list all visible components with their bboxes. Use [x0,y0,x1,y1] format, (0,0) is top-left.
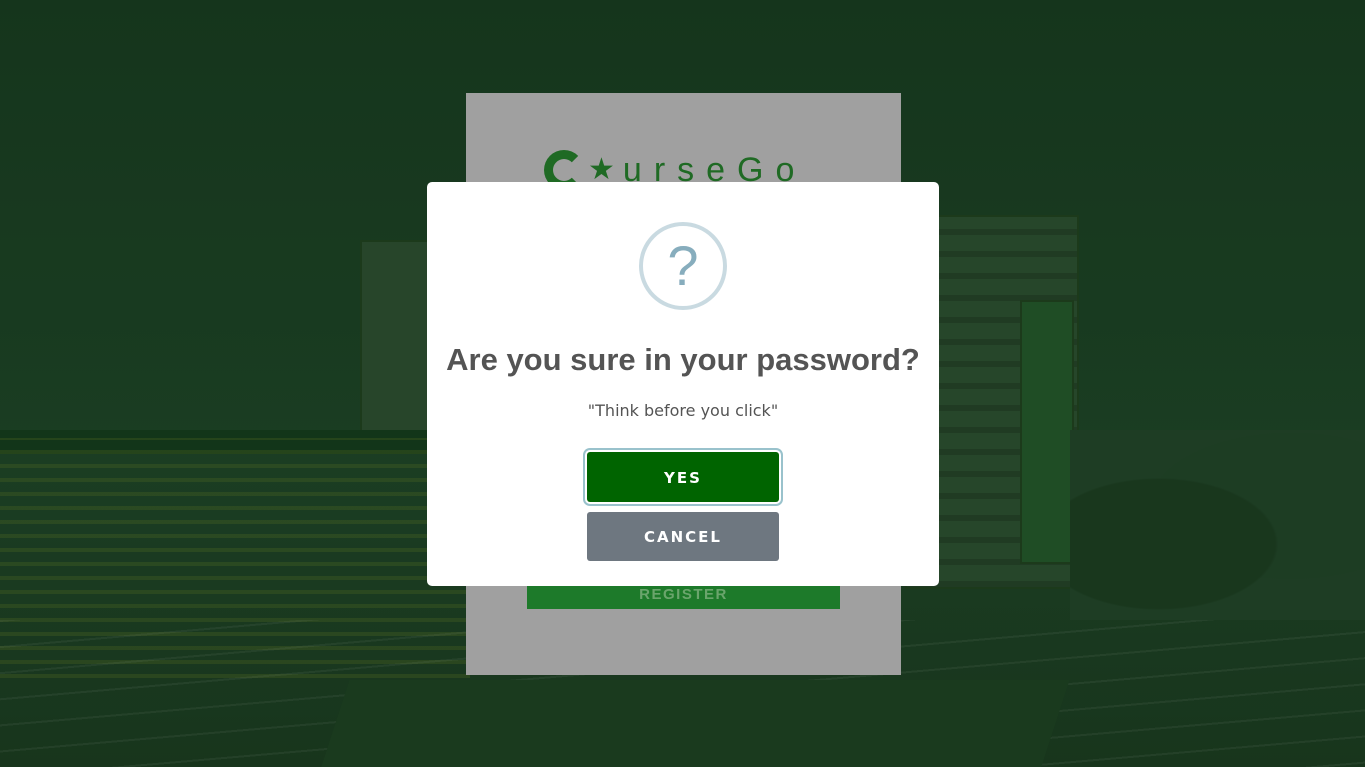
question-icon: ? [639,222,727,310]
confirm-dialog: ? Are you sure in your password? "Think … [427,182,939,586]
dialog-message: "Think before you click" [587,401,779,420]
dialog-title: Are you sure in your password? [446,342,920,377]
logo-star-icon: ★ [588,152,615,187]
yes-button[interactable]: YES [587,452,779,502]
cancel-button[interactable]: CANCEL [587,512,779,561]
